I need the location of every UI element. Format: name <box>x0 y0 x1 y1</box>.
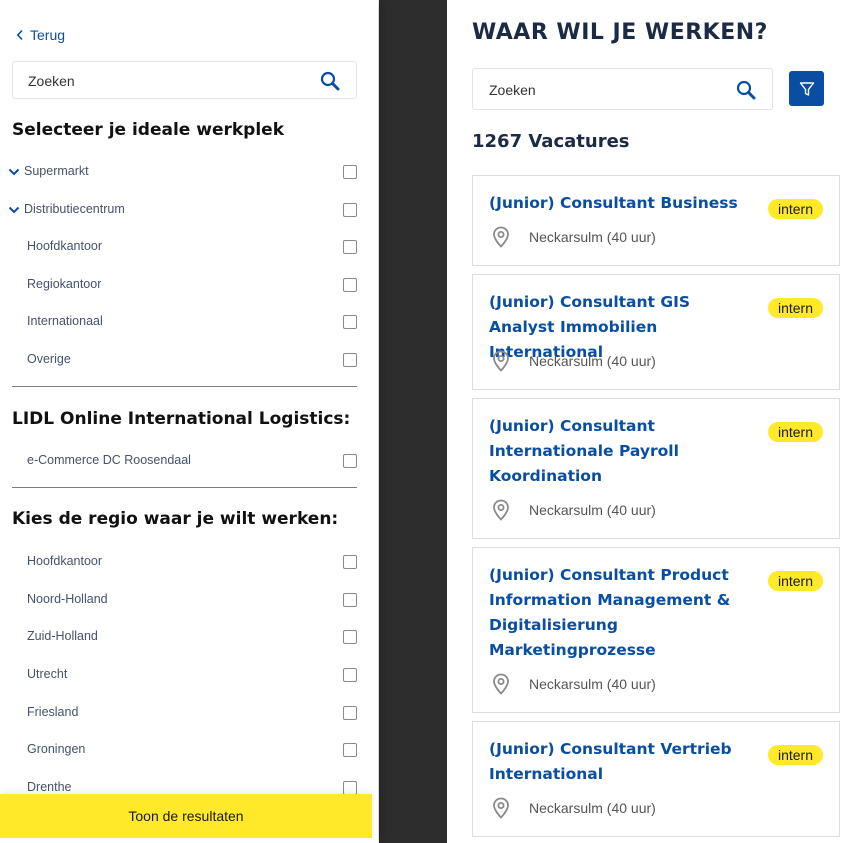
section-title-workplace: Selecteer je ideale werkplek <box>12 120 284 140</box>
job-location-text: Neckarsulm (40 uur) <box>529 502 656 518</box>
filter-checkbox[interactable] <box>343 706 357 720</box>
location-pin-icon <box>493 673 509 695</box>
filter-option-label: Hoofdkantoor <box>27 239 103 253</box>
job-card[interactable]: (Junior) Consultant Vertrieb Internation… <box>472 721 840 837</box>
location-pin-icon <box>493 226 509 248</box>
filter-option-label: Zuid-Holland <box>27 629 98 643</box>
intern-badge: intern <box>767 745 823 765</box>
filter-option-label: Regiokantoor <box>27 277 102 291</box>
filter-option-regiokantoor[interactable]: Regiokantoor <box>0 275 378 295</box>
filter-option-ecommerce-dc[interactable]: e-Commerce DC Roosendaal <box>0 451 378 471</box>
job-card[interactable]: (Junior) Consultant GIS Analyst Immobili… <box>472 274 840 390</box>
search-placeholder: Zoeken <box>28 73 75 89</box>
filter-checkbox[interactable] <box>343 315 357 329</box>
filter-option-label: e-Commerce DC Roosendaal <box>27 453 191 467</box>
section-title-logistics: LIDL Online International Logistics: <box>12 409 351 429</box>
location-pin-icon <box>493 499 509 521</box>
filter-option-groningen[interactable]: Groningen <box>0 740 378 760</box>
filter-checkbox[interactable] <box>343 555 357 569</box>
job-location: Neckarsulm (40 uur) <box>489 498 656 522</box>
job-card[interactable]: (Junior) Consultant Business intern Neck… <box>472 175 840 266</box>
intern-badge: intern <box>767 422 823 442</box>
location-pin-icon <box>493 797 509 819</box>
filter-search-input[interactable]: Zoeken <box>12 61 357 99</box>
overlay-backdrop[interactable] <box>379 0 447 843</box>
job-card[interactable]: (Junior) Consultant Internationale Payro… <box>472 398 840 539</box>
filter-checkbox[interactable] <box>343 278 357 292</box>
section-divider <box>12 386 357 387</box>
filter-option-noord-holland[interactable]: Noord-Holland <box>0 590 378 610</box>
filter-checkbox[interactable] <box>343 781 357 795</box>
chevron-left-icon <box>16 29 23 41</box>
job-location-text: Neckarsulm (40 uur) <box>529 800 656 816</box>
search-icon[interactable] <box>320 71 340 91</box>
chevron-down-icon[interactable] <box>8 166 20 178</box>
job-location-text: Neckarsulm (40 uur) <box>529 676 656 692</box>
filter-icon <box>799 81 814 96</box>
vacancy-count: 1267 Vacatures <box>472 131 630 152</box>
filter-option-friesland[interactable]: Friesland <box>0 703 378 723</box>
show-results-button[interactable]: Toon de resultaten <box>0 794 372 838</box>
page-title: WAAR WIL JE WERKEN? <box>472 20 768 45</box>
filter-checkbox[interactable] <box>343 668 357 682</box>
back-label: Terug <box>30 27 66 43</box>
filter-option-label: Internationaal <box>27 314 103 328</box>
filter-option-label: Overige <box>27 352 71 366</box>
job-location: Neckarsulm (40 uur) <box>489 796 656 820</box>
filter-option-region-hoofdkantoor[interactable]: Hoofdkantoor <box>0 552 378 572</box>
filter-checkbox[interactable] <box>343 630 357 644</box>
intern-badge: intern <box>767 571 823 591</box>
search-placeholder: Zoeken <box>489 82 536 98</box>
intern-badge: intern <box>767 199 823 219</box>
filter-checkbox[interactable] <box>343 165 357 179</box>
job-location: Neckarsulm (40 uur) <box>489 225 656 249</box>
location-pin-icon <box>493 350 509 372</box>
job-location-text: Neckarsulm (40 uur) <box>529 229 656 245</box>
intern-badge: intern <box>767 298 823 318</box>
filter-drawer: Terug Zoeken Selecteer je ideale werkple… <box>0 0 378 843</box>
search-icon[interactable] <box>736 80 756 100</box>
filter-checkbox[interactable] <box>343 240 357 254</box>
filter-checkbox[interactable] <box>343 743 357 757</box>
filter-option-label: Utrecht <box>27 667 68 681</box>
search-input[interactable]: Zoeken <box>472 68 773 110</box>
job-title[interactable]: (Junior) Consultant Vertrieb Internation… <box>489 737 751 787</box>
back-link[interactable]: Terug <box>16 27 65 43</box>
job-location: Neckarsulm (40 uur) <box>489 349 656 373</box>
job-location: Neckarsulm (40 uur) <box>489 672 656 696</box>
filter-option-overige[interactable]: Overige <box>0 350 378 370</box>
filter-option-label: Distributiecentrum <box>24 202 125 216</box>
filter-option-label: Groningen <box>27 742 86 756</box>
job-location-text: Neckarsulm (40 uur) <box>529 353 656 369</box>
vacancy-page: WAAR WIL JE WERKEN? Zoeken 1267 Vacature… <box>447 0 861 843</box>
filter-checkbox[interactable] <box>343 593 357 607</box>
job-title[interactable]: (Junior) Consultant Product Information … <box>489 563 751 663</box>
filter-option-label: Supermarkt <box>24 164 89 178</box>
filter-option-zuid-holland[interactable]: Zuid-Holland <box>0 627 378 647</box>
chevron-down-icon[interactable] <box>8 204 20 216</box>
filter-button[interactable] <box>789 71 824 106</box>
filter-option-distributiecentrum[interactable]: Distributiecentrum <box>0 200 378 220</box>
filter-option-supermarkt[interactable]: Supermarkt <box>0 162 378 182</box>
job-title[interactable]: (Junior) Consultant Business <box>489 191 751 216</box>
filter-option-label: Drenthe <box>27 780 72 794</box>
filter-option-internationaal[interactable]: Internationaal <box>0 312 378 332</box>
filter-checkbox[interactable] <box>343 353 357 367</box>
filter-option-utrecht[interactable]: Utrecht <box>0 665 378 685</box>
filter-option-label: Noord-Holland <box>27 592 108 606</box>
section-title-region: Kies de regio waar je wilt werken: <box>12 509 339 529</box>
filter-checkbox[interactable] <box>343 203 357 217</box>
filter-option-hoofdkantoor[interactable]: Hoofdkantoor <box>0 237 378 257</box>
job-card[interactable]: (Junior) Consultant Product Information … <box>472 547 840 713</box>
filter-option-label: Friesland <box>27 705 79 719</box>
filter-checkbox[interactable] <box>343 454 357 468</box>
filter-option-label: Hoofdkantoor <box>27 554 103 568</box>
section-divider <box>12 487 357 488</box>
job-title[interactable]: (Junior) Consultant Internationale Payro… <box>489 414 751 489</box>
